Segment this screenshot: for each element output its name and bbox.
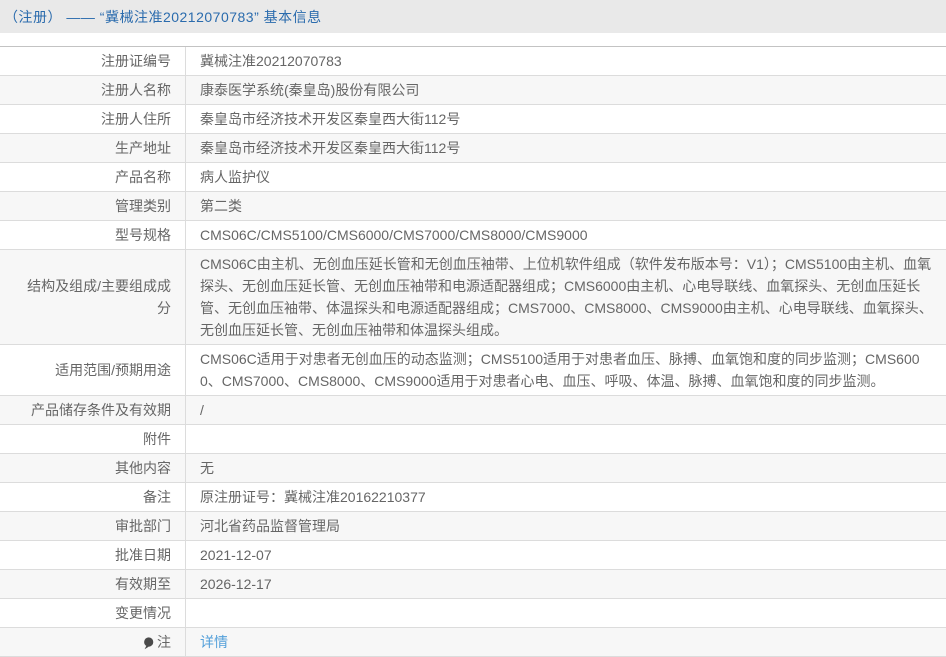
row-label-text: 批准日期: [115, 547, 171, 563]
table-row: 产品名称 病人监护仪: [0, 163, 946, 192]
row-value: 康泰医学系统(秦皇岛)股份有限公司: [200, 82, 420, 98]
row-label-text: 管理类别: [115, 198, 171, 214]
row-value: CMS06C由主机、无创血压延长管和无创血压袖带、上位机软件组成（软件发布版本号…: [200, 256, 933, 338]
table-row: 产品储存条件及有效期 /: [0, 396, 946, 425]
row-label-text: 结构及组成/主要组成成分: [27, 278, 171, 316]
row-value: 病人监护仪: [200, 169, 270, 185]
row-label: 型号规格: [0, 221, 186, 249]
row-value: 冀械注准20212070783: [200, 53, 342, 69]
row-value: CMS06C/CMS5100/CMS6000/CMS7000/CMS8000/C…: [200, 227, 588, 243]
table-row: 注册人住所 秦皇岛市经济技术开发区秦皇西大街112号: [0, 105, 946, 134]
row-label-text: 备注: [143, 489, 171, 505]
row-label-text: 型号规格: [115, 227, 171, 243]
table-row: 其他内容 无: [0, 454, 946, 483]
row-label: 适用范围/预期用途: [0, 345, 186, 395]
row-label: 注册人名称: [0, 76, 186, 104]
row-value: /: [200, 402, 204, 418]
row-value: 2021-12-07: [200, 547, 272, 563]
row-value: CMS06C适用于对患者无创血压的动态监测；CMS5100适用于对患者血压、脉搏…: [200, 351, 920, 389]
row-label: 注册人住所: [0, 105, 186, 133]
row-label: 结构及组成/主要组成成分: [0, 250, 186, 344]
row-label-text: 产品名称: [115, 169, 171, 185]
row-label: 变更情况: [0, 599, 186, 627]
table-row: 注册人名称 康泰医学系统(秦皇岛)股份有限公司: [0, 76, 946, 105]
row-label: 批准日期: [0, 541, 186, 569]
row-label: 审批部门: [0, 512, 186, 540]
note-bulb-icon: [143, 636, 154, 650]
table-row: 有效期至 2026-12-17: [0, 570, 946, 599]
table-row: 注册证编号 冀械注准20212070783: [0, 47, 946, 76]
row-value: 无: [200, 460, 214, 476]
detail-link[interactable]: 详情: [200, 631, 228, 653]
row-label-text: 变更情况: [115, 605, 171, 621]
row-label-text: 产品储存条件及有效期: [31, 402, 171, 418]
row-label-text: 附件: [143, 431, 171, 447]
row-value: 秦皇岛市经济技术开发区秦皇西大街112号: [200, 111, 461, 127]
row-label: 产品名称: [0, 163, 186, 191]
table-row: 变更情况: [0, 599, 946, 628]
row-value: 原注册证号：冀械注准20162210377: [200, 489, 426, 505]
row-label: 附件: [0, 425, 186, 453]
row-value: 详情: [186, 628, 946, 656]
row-label-text: 审批部门: [115, 518, 171, 534]
row-label-text: 注册人名称: [101, 82, 171, 98]
table-row: 备注 原注册证号：冀械注准20162210377: [0, 483, 946, 512]
row-label: 注: [0, 628, 186, 656]
page-header: （注册） —— “冀械注准20212070783” 基本信息: [0, 0, 946, 33]
row-label: 管理类别: [0, 192, 186, 220]
table-row: 适用范围/预期用途 CMS06C适用于对患者无创血压的动态监测；CMS5100适…: [0, 345, 946, 396]
table-row: 审批部门 河北省药品监督管理局: [0, 512, 946, 541]
table-row: 结构及组成/主要组成成分 CMS06C由主机、无创血压延长管和无创血压袖带、上位…: [0, 250, 946, 345]
row-label: 其他内容: [0, 454, 186, 482]
table-row: 生产地址 秦皇岛市经济技术开发区秦皇西大街112号: [0, 134, 946, 163]
row-label-text: 注: [157, 634, 171, 650]
row-label: 注册证编号: [0, 47, 186, 75]
row-value: 秦皇岛市经济技术开发区秦皇西大街112号: [200, 140, 461, 156]
table-row: 型号规格 CMS06C/CMS5100/CMS6000/CMS7000/CMS8…: [0, 221, 946, 250]
table-row: 管理类别 第二类: [0, 192, 946, 221]
row-value: 2026-12-17: [200, 576, 272, 592]
table-row: 批准日期 2021-12-07: [0, 541, 946, 570]
table-row: 附件: [0, 425, 946, 454]
row-label-text: 适用范围/预期用途: [55, 362, 171, 378]
row-value: 第二类: [200, 198, 242, 214]
row-label: 生产地址: [0, 134, 186, 162]
row-label-text: 注册证编号: [101, 53, 171, 69]
row-label-text: 生产地址: [115, 140, 171, 156]
info-table: 注册证编号 冀械注准20212070783 注册人名称 康泰医学系统(秦皇岛)股…: [0, 46, 946, 657]
row-label-text: 其他内容: [115, 460, 171, 476]
row-label: 备注: [0, 483, 186, 511]
row-label-text: 注册人住所: [101, 111, 171, 127]
row-label: 产品储存条件及有效期: [0, 396, 186, 424]
row-label-text: 有效期至: [115, 576, 171, 592]
page-title: （注册） —— “冀械注准20212070783” 基本信息: [4, 8, 322, 25]
table-row: 注 详情: [0, 628, 946, 657]
row-value: 河北省药品监督管理局: [200, 518, 340, 534]
row-value: [186, 425, 946, 453]
row-value: [186, 599, 946, 627]
row-label: 有效期至: [0, 570, 186, 598]
